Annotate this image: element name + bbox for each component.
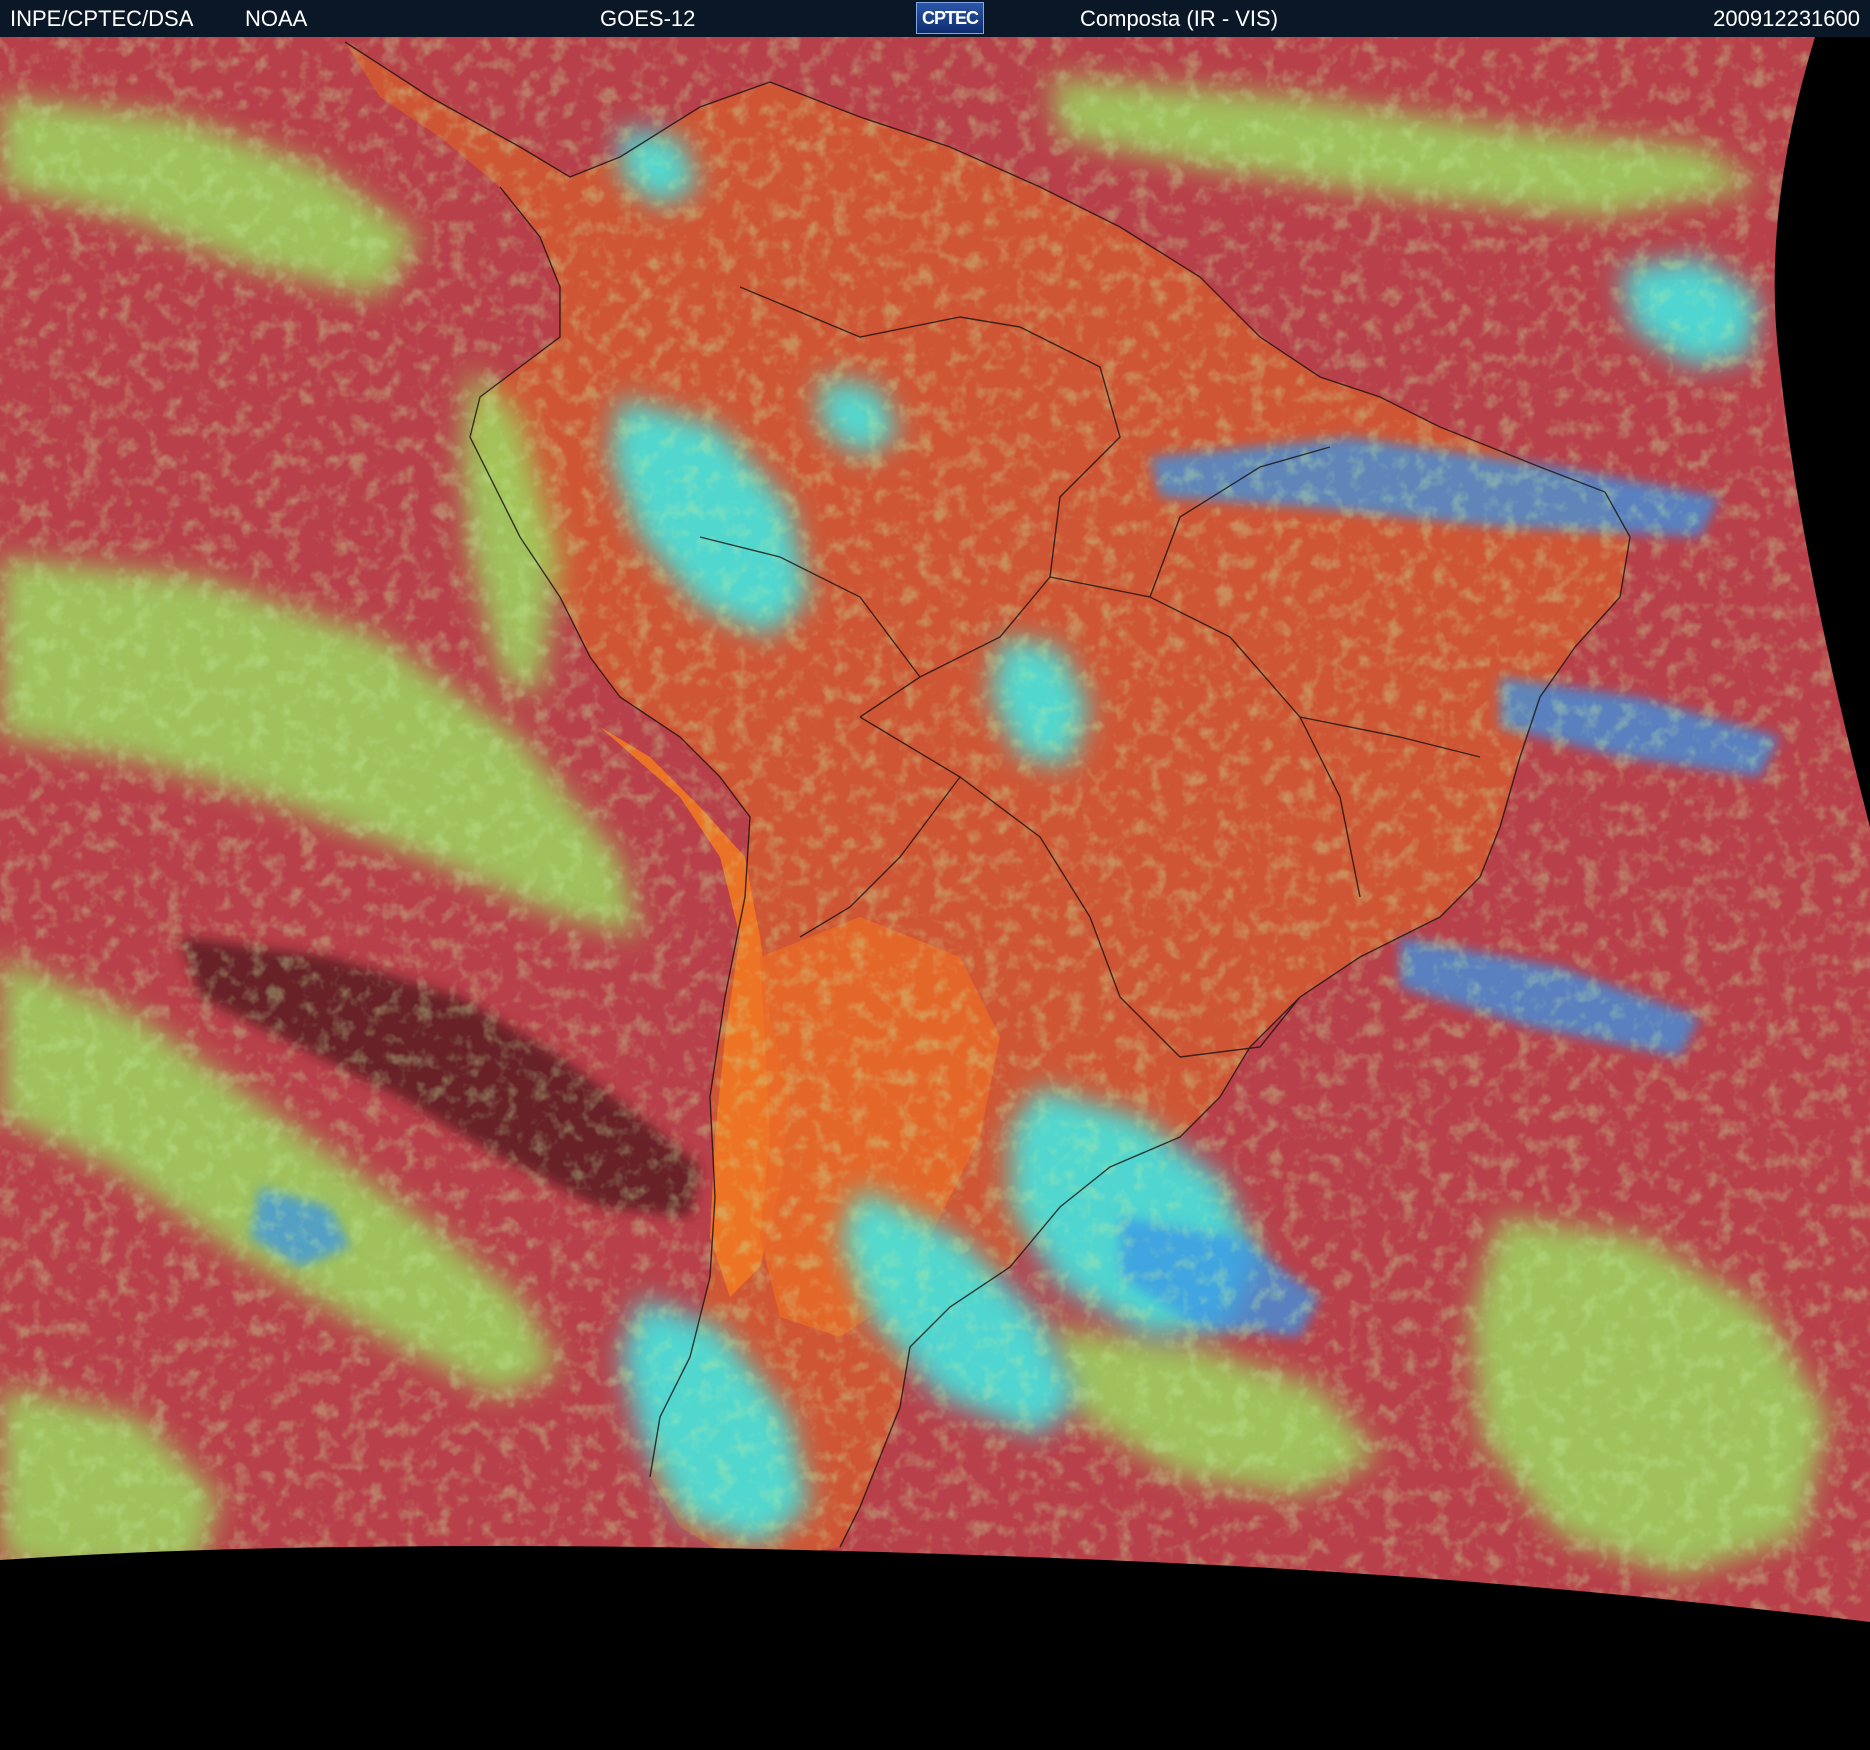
agency-label: INPE/CPTEC/DSA xyxy=(10,6,194,31)
earth-disk xyxy=(0,37,1870,1622)
satellite-composite-image xyxy=(0,37,1870,1750)
cloud-texture xyxy=(0,37,1870,1622)
product-label: Composta (IR - VIS) xyxy=(1080,6,1279,31)
image-header-bar: INPE/CPTEC/DSA NOAA GOES-12 CPTEC Compos… xyxy=(0,0,1870,37)
partner-label: NOAA xyxy=(245,6,308,31)
satellite-label: GOES-12 xyxy=(600,6,696,31)
timestamp-label: 200912231600 xyxy=(1713,6,1860,31)
cptec-logo: CPTEC xyxy=(916,2,984,34)
